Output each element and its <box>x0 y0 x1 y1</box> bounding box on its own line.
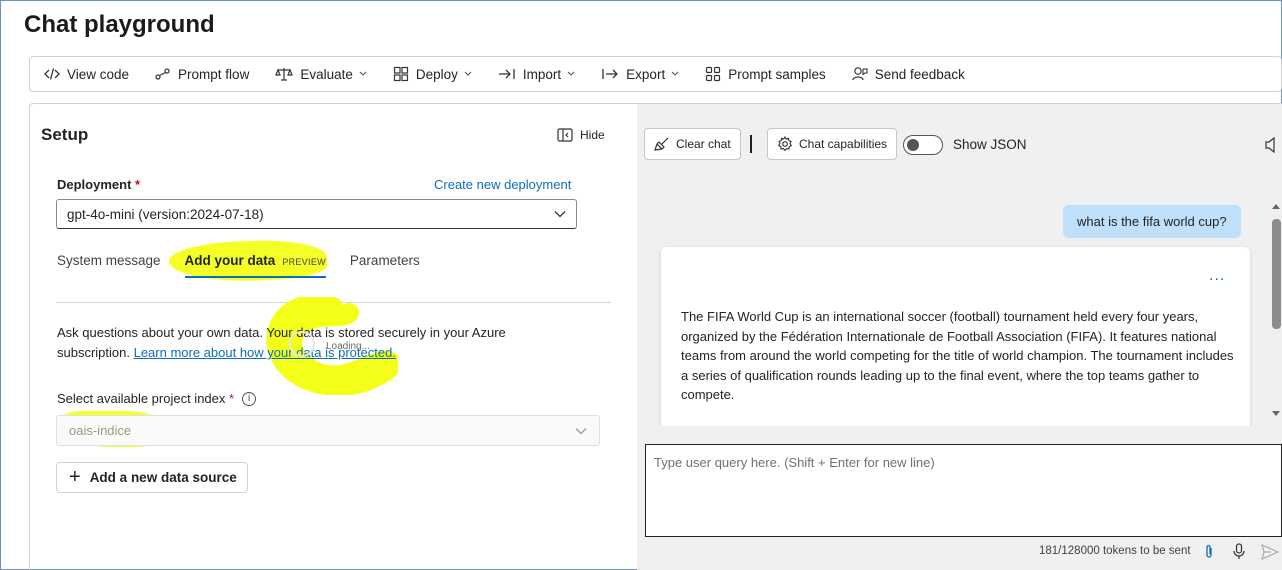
tab-system-message[interactable]: System message <box>57 253 161 268</box>
project-index-select[interactable]: oais-indice <box>56 415 600 446</box>
user-message: what is the fifa world cup? <box>1063 205 1241 238</box>
project-index-label: Select available project index * i <box>57 391 257 406</box>
send-feedback-button[interactable]: Send feedback <box>852 66 965 82</box>
page-title: Chat playground <box>24 11 215 38</box>
prompt-samples-button[interactable]: Prompt samples <box>705 66 826 82</box>
show-json-label: Show JSON <box>953 137 1027 152</box>
required-mark: * <box>135 177 141 192</box>
setup-title: Setup <box>41 125 89 144</box>
user-query-input[interactable]: Type user query here. (Shift + Enter for… <box>645 444 1282 537</box>
chat-scroll-mask <box>637 426 1270 446</box>
chevron-down-icon <box>359 71 367 76</box>
plus-icon: + <box>69 466 81 488</box>
flow-icon <box>155 68 170 80</box>
feedback-icon <box>852 67 868 81</box>
scroll-thumb[interactable] <box>1272 219 1281 329</box>
deployment-label: Deployment * <box>57 177 141 192</box>
assistant-message: The FIFA World Cup is an international s… <box>681 309 1234 403</box>
send-icon[interactable] <box>1261 544 1279 560</box>
loading-spinner <box>289 331 315 357</box>
toolbar: View code Prompt flow Evaluate Deploy Im… <box>29 56 1282 92</box>
chevron-down-icon <box>464 71 472 76</box>
tab-add-your-data[interactable]: Add your data PREVIEW <box>184 253 327 278</box>
token-count: 181/128000 tokens to be sent <box>1039 545 1191 557</box>
evaluate-button[interactable]: Evaluate <box>275 67 367 82</box>
chevron-down-icon <box>671 71 679 76</box>
chevron-down-icon <box>575 427 587 434</box>
microphone-icon[interactable] <box>1233 543 1245 560</box>
export-button[interactable]: Export <box>601 67 679 82</box>
loading-text: Loading... <box>326 341 370 352</box>
panel-collapse-icon <box>557 128 573 142</box>
setup-tabs: System message Add your data PREVIEW Para… <box>57 253 444 278</box>
cube-icon <box>393 66 408 82</box>
chevron-down-icon <box>567 71 575 76</box>
clear-chat-button[interactable]: Clear chat <box>644 128 741 160</box>
view-code-button[interactable]: View code <box>44 67 129 82</box>
speaker-icon[interactable] <box>1265 137 1277 153</box>
chat-capabilities-button[interactable]: Chat capabilities <box>767 128 898 160</box>
deployment-select[interactable]: gpt-4o-mini (version:2024-07-18) <box>56 199 577 229</box>
tab-parameters[interactable]: Parameters <box>350 253 420 268</box>
preview-badge: PREVIEW <box>282 257 326 267</box>
separator <box>750 135 752 153</box>
prompt-flow-button[interactable]: Prompt flow <box>155 67 249 82</box>
add-data-source-button[interactable]: + Add a new data source <box>56 462 248 493</box>
show-json-toggle[interactable] <box>903 135 943 155</box>
attach-icon[interactable] <box>1204 544 1214 560</box>
balance-icon <box>275 68 294 81</box>
export-icon <box>602 69 619 79</box>
gear-icon <box>777 136 793 152</box>
code-icon <box>44 68 60 80</box>
more-options-icon[interactable]: ... <box>1209 267 1225 285</box>
import-button[interactable]: Import <box>498 67 575 82</box>
hide-setup-button[interactable]: Hide <box>557 128 605 142</box>
import-icon <box>498 69 515 79</box>
info-icon[interactable]: i <box>242 391 257 406</box>
deploy-button[interactable]: Deploy <box>393 66 472 82</box>
grid-icon <box>706 66 721 82</box>
broom-icon <box>654 137 669 151</box>
chevron-down-icon <box>554 211 566 218</box>
create-deployment-link[interactable]: Create new deployment <box>434 177 571 192</box>
